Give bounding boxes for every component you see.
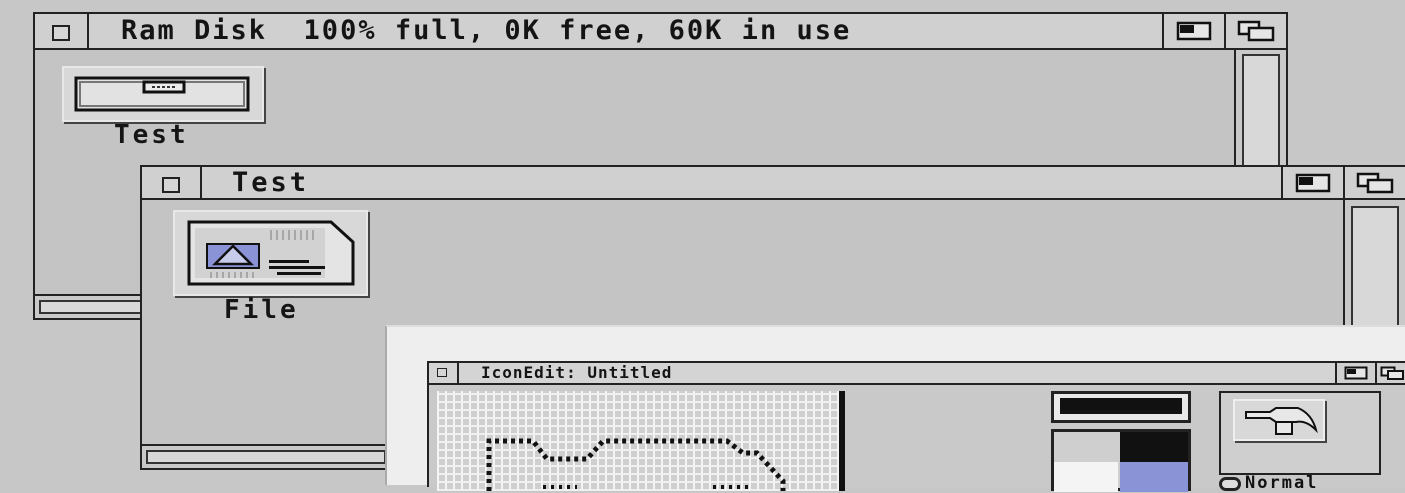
palette-grid (1051, 429, 1191, 492)
drawer-icon-label[interactable]: Test (114, 120, 189, 150)
close-icon (437, 368, 447, 377)
pixel-edit-grid[interactable] (437, 391, 845, 491)
close-gadget[interactable] (35, 14, 89, 48)
drawer-icon-image (74, 76, 250, 112)
project-file-icon-label[interactable]: File (224, 295, 299, 325)
color-palette (1051, 391, 1191, 492)
scroll-knob[interactable] (1351, 206, 1399, 328)
drawer-icon[interactable] (62, 66, 264, 122)
project-file-icon[interactable] (173, 210, 368, 296)
test-titlebar[interactable]: Test (142, 167, 1405, 200)
iconedit-screen: IconEdit: Untitled Normal (385, 325, 1405, 493)
zoom-gadget[interactable] (1281, 167, 1343, 198)
window-title: IconEdit: Untitled (481, 363, 673, 382)
hammer-icon (1245, 407, 1318, 435)
depth-icon (1380, 366, 1404, 380)
palette-color-1[interactable] (1120, 432, 1188, 462)
zoom-icon (1295, 173, 1331, 192)
project-file-icon-image (187, 220, 355, 286)
depth-icon (1237, 20, 1275, 42)
zoom-icon (1176, 21, 1212, 41)
horizontal-scrollbar[interactable] (142, 444, 390, 468)
iconedit-window: IconEdit: Untitled Normal (427, 361, 1405, 493)
zoom-icon (1344, 366, 1368, 380)
close-gadget[interactable] (429, 363, 459, 383)
zoom-gadget[interactable] (1162, 14, 1224, 48)
close-icon (52, 25, 70, 41)
palette-color-3[interactable] (1120, 462, 1188, 492)
window-title: Test (232, 167, 310, 198)
close-icon (162, 177, 180, 193)
scroll-knob[interactable] (146, 450, 386, 464)
iconedit-titlebar[interactable]: IconEdit: Untitled (429, 363, 1405, 385)
depth-gadget[interactable] (1375, 363, 1405, 383)
window-title: Ram Disk 100% full, 0K free, 60K in use (121, 15, 852, 46)
depth-gadget[interactable] (1343, 167, 1405, 198)
current-color-swatch[interactable] (1051, 391, 1191, 423)
current-color-fill (1060, 398, 1182, 414)
palette-color-2[interactable] (1054, 462, 1118, 492)
depth-gadget[interactable] (1224, 14, 1286, 48)
depth-icon (1356, 172, 1394, 193)
tool-button[interactable] (1233, 399, 1325, 441)
tool-preview-box (1219, 391, 1381, 475)
normal-radio-button[interactable] (1219, 477, 1241, 491)
icon-drawing (486, 438, 786, 491)
close-gadget[interactable] (142, 167, 202, 198)
ram-disk-titlebar[interactable]: Ram Disk 100% full, 0K free, 60K in use (35, 14, 1286, 50)
zoom-gadget[interactable] (1335, 363, 1375, 383)
normal-label: Normal (1245, 473, 1319, 493)
